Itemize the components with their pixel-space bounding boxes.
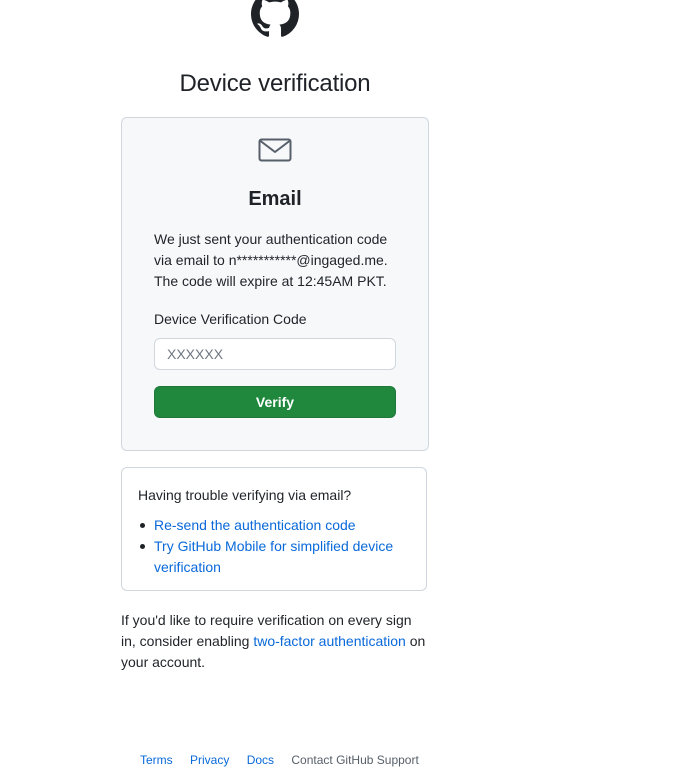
two-factor-link[interactable]: two-factor authentication [253, 633, 406, 649]
message-line: The code will expire at 12:45AM PKT. [154, 273, 387, 289]
help-title: Having trouble verifying via email? [138, 487, 352, 503]
verification-code-input[interactable] [154, 338, 396, 370]
github-logo-icon[interactable] [251, 0, 299, 38]
footer-terms-link[interactable]: Terms [140, 753, 173, 767]
message-line: We just sent your authentication code [154, 231, 388, 247]
footer-support-link[interactable]: Contact GitHub Support [291, 753, 418, 767]
help-box: Having trouble verifying via email? Re-s… [121, 467, 427, 591]
bullet-icon [140, 544, 145, 549]
verification-code-label: Device Verification Code [154, 311, 307, 327]
resend-code-link[interactable]: Re-send the authentication code [154, 517, 356, 533]
footer: Terms Privacy Docs Contact GitHub Suppor… [140, 753, 419, 767]
list-item: Re-send the authentication code [138, 515, 418, 536]
footer-privacy-link[interactable]: Privacy [190, 753, 229, 767]
email-sent-message: We just sent your authentication code vi… [154, 229, 404, 292]
two-factor-footnote: If you'd like to require verification on… [121, 610, 427, 673]
list-item: Try GitHub Mobile for simplified device … [138, 536, 418, 578]
message-line: via email to n***********@ingaged.me. [154, 252, 388, 268]
bullet-icon [140, 523, 145, 528]
help-links-list: Re-send the authentication code Try GitH… [138, 515, 418, 578]
mail-icon [258, 136, 292, 164]
page-title: Device verification [179, 70, 371, 97]
verification-card: Email We just sent your authentication c… [121, 117, 429, 451]
verify-button[interactable]: Verify [154, 386, 396, 418]
github-mobile-link[interactable]: Try GitHub Mobile for simplified device … [154, 538, 393, 575]
footer-docs-link[interactable]: Docs [247, 753, 274, 767]
card-heading: Email [248, 188, 302, 210]
